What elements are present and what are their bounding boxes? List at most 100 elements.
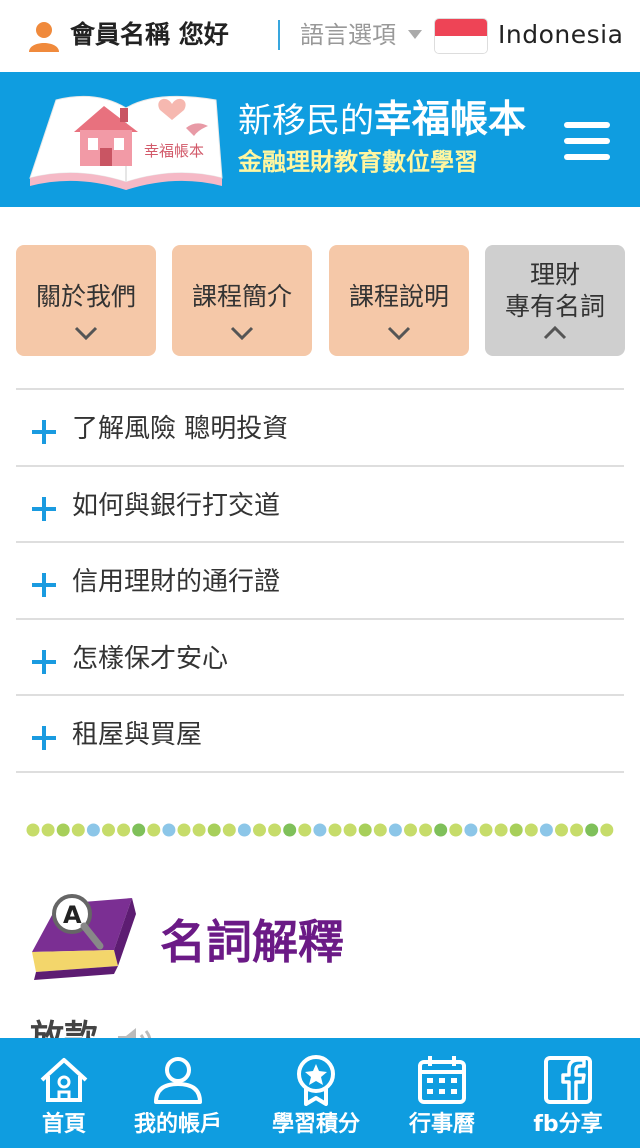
tab-finance-glossary[interactable]: 理財 專有名詞 — [485, 245, 625, 356]
divider-dot — [253, 823, 266, 837]
plus-icon — [32, 420, 56, 444]
divider-dot — [26, 823, 40, 837]
chevron-down-icon — [74, 326, 98, 340]
hamburger-menu-icon[interactable] — [564, 122, 610, 160]
divider-dot — [298, 823, 312, 837]
tab-course-description[interactable]: 課程說明 — [329, 245, 469, 356]
site-subtitle: 金融理財教育數位學習 — [238, 148, 478, 176]
divider-dot — [509, 823, 523, 837]
list-item-label: 怎樣保才安心 — [72, 643, 229, 674]
divider-dot — [222, 823, 236, 837]
glossary-title: 名詞解釋 — [160, 915, 344, 969]
divider-dot — [56, 823, 70, 837]
tab-label: 關於我們 — [35, 282, 136, 311]
divider-dot — [479, 823, 493, 837]
language-select-label[interactable]: 語言選項 — [300, 16, 396, 54]
divider-dot — [570, 823, 584, 837]
logo-text: 幸福帳本 — [144, 142, 204, 160]
tab-label: 課程說明 — [348, 282, 449, 311]
divider-dot — [102, 823, 115, 837]
divider-dot — [117, 823, 131, 837]
divider-dot — [494, 823, 508, 837]
divider-dot — [177, 823, 191, 837]
divider-dot — [373, 823, 387, 837]
divider-dot — [434, 823, 448, 837]
user-greeting[interactable]: 會員名稱 您好 — [70, 16, 229, 54]
tab-label: 理財 專有名詞 — [504, 260, 605, 321]
facebook-icon — [544, 1056, 592, 1104]
divider-dot — [343, 823, 357, 837]
divider-dot — [464, 823, 478, 837]
plus-icon — [32, 726, 56, 750]
divider-dot — [524, 823, 538, 837]
divider-dot — [162, 823, 176, 837]
nav-label: 我的帳戶 — [133, 1112, 222, 1137]
list-item[interactable]: 租屋與買屋 — [16, 696, 624, 773]
site-title-prefix: 新移民的 — [238, 101, 374, 141]
plus-icon — [32, 496, 56, 521]
chevron-down-icon — [230, 326, 254, 340]
divider-dot — [283, 823, 297, 837]
divider-dot — [207, 823, 221, 837]
nav-label: fb分享 — [533, 1112, 603, 1137]
caret-down-icon[interactable] — [408, 30, 422, 39]
glossary-book-magnifier-icon: A — [32, 894, 136, 980]
divider-dot — [86, 823, 100, 837]
site-title-main: 幸福帳本 — [374, 97, 527, 141]
list-item-label: 租屋與買屋 — [72, 720, 203, 750]
nav-label: 首頁 — [41, 1112, 86, 1137]
chevron-up-icon — [543, 326, 567, 340]
tab-course-intro[interactable]: 課程簡介 — [172, 245, 312, 356]
list-item[interactable]: 如何與銀行打交道 — [16, 467, 624, 543]
logo-book-house-icon[interactable]: 幸福帳本 — [26, 86, 226, 194]
site-header: 幸福帳本 新移民的幸福帳本 金融理財教育數位學習 — [0, 72, 640, 207]
calendar-icon — [418, 1056, 466, 1104]
tab-about-us[interactable]: 關於我們 — [16, 245, 156, 356]
list-item-label: 如何與銀行打交道 — [72, 490, 281, 521]
dotted-divider — [26, 823, 614, 837]
list-item[interactable]: 信用理財的通行證 — [16, 543, 624, 620]
bottom-navigation: 首頁 我的帳戶 學習積分 行事曆 fb分享 — [0, 1038, 640, 1148]
divider-dot — [192, 823, 206, 837]
nav-learning-points[interactable]: 學習積分 — [252, 1038, 380, 1148]
language-selected[interactable]: Indonesia — [498, 16, 623, 54]
nav-fb-share[interactable]: fb分享 — [504, 1038, 632, 1148]
divider-dot — [147, 823, 161, 837]
divider-dot — [585, 823, 599, 837]
section-tabs: 關於我們 課程簡介 課程說明 理財 專有名詞 — [16, 245, 625, 356]
plus-icon — [32, 573, 56, 597]
divider-dot — [237, 823, 251, 837]
list-item[interactable]: 了解風險 聰明投資 — [16, 390, 624, 467]
home-icon — [40, 1058, 88, 1102]
divider-dot — [539, 823, 553, 837]
glossary-icon-letter: A — [63, 901, 82, 929]
chevron-down-icon — [387, 326, 411, 340]
divider-dot — [328, 823, 342, 837]
nav-label: 行事曆 — [408, 1112, 475, 1137]
divider-dot — [419, 823, 433, 837]
divider-dot — [358, 823, 372, 837]
list-item[interactable]: 怎樣保才安心 — [16, 620, 624, 696]
divider-dot — [600, 823, 614, 837]
divider-dot — [41, 823, 55, 837]
list-item-label: 信用理財的通行證 — [72, 567, 281, 597]
divider-dot — [268, 823, 282, 837]
nav-calendar[interactable]: 行事曆 — [378, 1038, 506, 1148]
divider-dot — [449, 823, 463, 837]
top-bar: 會員名稱 您好 語言選項 Indonesia — [0, 0, 640, 72]
divider-dot — [404, 823, 417, 837]
site-title: 新移民的幸福帳本 — [238, 96, 526, 144]
nav-my-account[interactable]: 我的帳戶 — [114, 1038, 242, 1148]
divider — [278, 20, 280, 50]
nav-label: 學習積分 — [271, 1112, 360, 1137]
divider-dot — [555, 823, 568, 837]
indonesia-flag-icon[interactable] — [434, 18, 488, 54]
user-icon — [29, 22, 59, 52]
list-item-label: 了解風險 聰明投資 — [72, 414, 289, 444]
nav-home[interactable]: 首頁 — [0, 1038, 128, 1148]
glossary-category-list: 了解風險 聰明投資 如何與銀行打交道 信用理財的通行證 怎樣保才安心 租屋與買屋 — [16, 388, 624, 773]
divider-dot — [132, 823, 146, 837]
user-account-icon — [154, 1057, 202, 1104]
tab-label: 課程簡介 — [191, 282, 292, 311]
medal-icon — [297, 1055, 335, 1106]
